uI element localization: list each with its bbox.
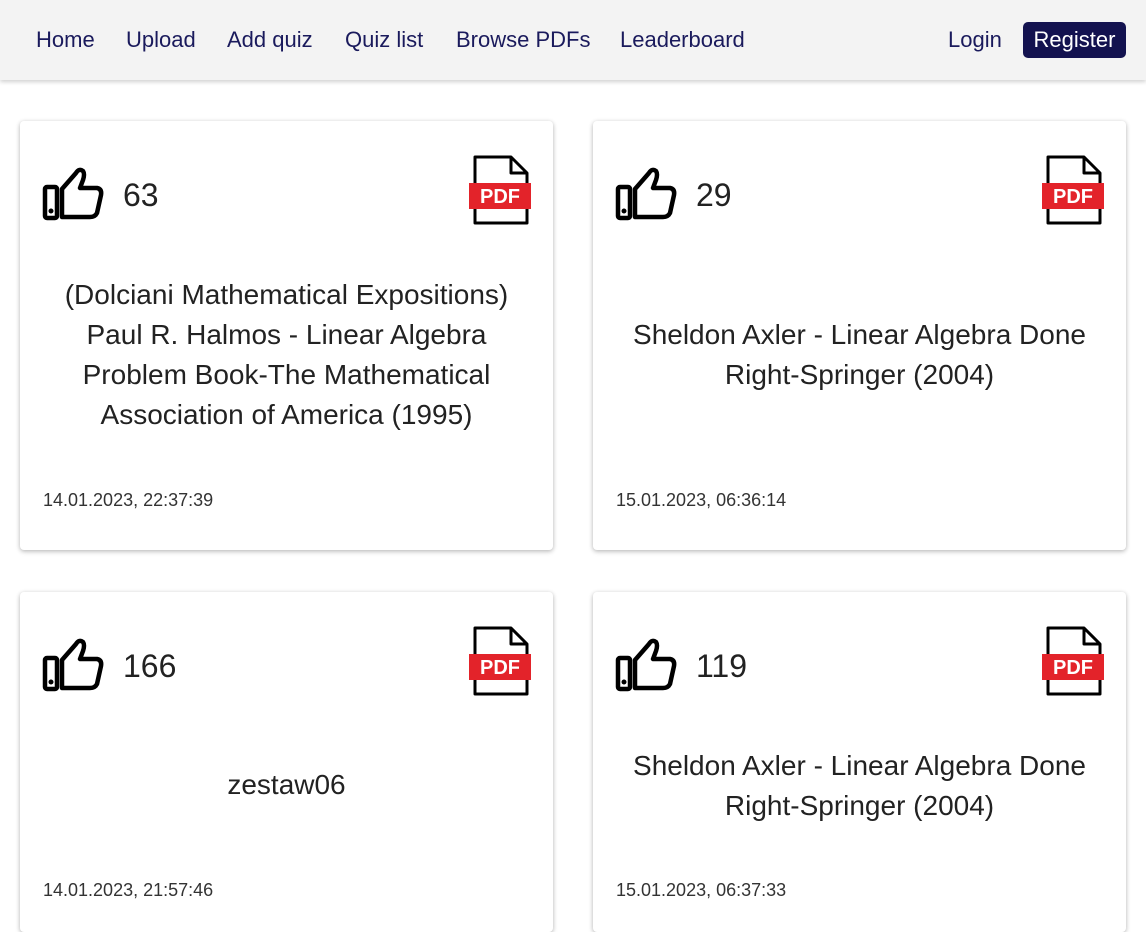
thumbs-up-icon[interactable] — [615, 636, 677, 692]
pdf-icon-label: PDF — [1053, 657, 1093, 679]
pdf-icon[interactable]: PDF — [469, 155, 531, 225]
pdf-icon-label: PDF — [480, 186, 520, 208]
thumbs-up-icon[interactable] — [42, 165, 104, 221]
pdf-icon-label: PDF — [1053, 186, 1093, 208]
pdf-card[interactable]: 29 PDF Sheldon Axler - Linear Algebra Do… — [593, 121, 1126, 550]
nav-link-leaderboard[interactable]: Leaderboard — [620, 26, 745, 54]
register-button[interactable]: Register — [1023, 22, 1126, 58]
pdf-date: 15.01.2023, 06:37:33 — [616, 880, 787, 900]
login-link[interactable]: Login — [948, 26, 1002, 54]
like-count: 119 — [696, 648, 748, 684]
pdf-icon[interactable]: PDF — [469, 626, 531, 696]
nav-link-browse-pdfs[interactable]: Browse PDFs — [456, 26, 590, 54]
like-count: 29 — [696, 177, 732, 213]
thumbs-up-icon[interactable] — [42, 636, 104, 692]
like-count: 166 — [123, 648, 177, 684]
pdf-title: (Dolciani Mathematical Expositions) Paul… — [64, 279, 509, 430]
thumbs-up-icon[interactable] — [615, 165, 677, 221]
pdf-date: 14.01.2023, 21:57:46 — [43, 880, 214, 900]
pdf-date: 15.01.2023, 06:36:14 — [616, 490, 787, 510]
pdf-icon[interactable]: PDF — [1042, 626, 1104, 696]
pdf-card[interactable]: 166 PDF zestaw06 14.01.2023, 21:57:46 — [20, 592, 553, 932]
pdf-date: 14.01.2023, 22:37:39 — [43, 490, 214, 510]
nav-link-upload[interactable]: Upload — [126, 26, 196, 54]
pdf-card[interactable]: 119 PDF Sheldon Axler - Linear Algebra D… — [593, 592, 1126, 932]
pdf-icon[interactable]: PDF — [1042, 155, 1104, 225]
like-count: 63 — [123, 177, 159, 213]
nav-link-add-quiz[interactable]: Add quiz — [227, 26, 313, 54]
pdf-icon-label: PDF — [480, 657, 520, 679]
navbar: Home Upload Add quiz Quiz list Browse PD… — [0, 0, 1146, 80]
pdf-title: Sheldon Axler - Linear Algebra Done Righ… — [633, 319, 1086, 390]
pdf-title: Sheldon Axler - Linear Algebra Done Righ… — [633, 750, 1086, 821]
nav-link-home[interactable]: Home — [36, 26, 95, 54]
nav-link-quiz-list[interactable]: Quiz list — [345, 26, 423, 54]
pdf-title: zestaw06 — [227, 769, 346, 800]
pdf-card[interactable]: 63 PDF (Dolciani Mathematical Exposition… — [20, 121, 553, 550]
